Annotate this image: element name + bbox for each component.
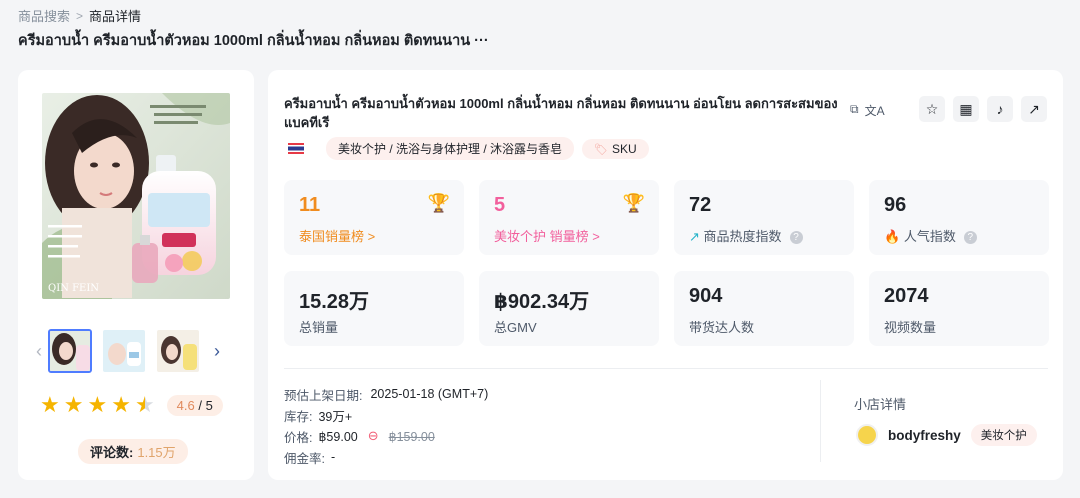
- tag-icon: 🏷: [594, 143, 608, 156]
- fire-icon: 🔥: [884, 229, 901, 244]
- product-tags: 美妆个护 / 洗浴与身体护理 / 沐浴露与香皂 🏷 SKU: [288, 137, 649, 160]
- help-icon[interactable]: ?: [963, 231, 977, 244]
- sku-tag[interactable]: 🏷 SKU: [582, 138, 649, 159]
- thumbnail-strip: ‹ ›: [32, 328, 242, 374]
- price-row: 价格: ฿59.00 ⊖ ฿159.00: [284, 428, 435, 445]
- title-tools: ⧉ 文A: [850, 102, 885, 119]
- translate-icon[interactable]: 文A: [865, 102, 885, 119]
- launch-date-row: 预估上架日期: 2025-01-18 (GMT+7): [284, 387, 489, 403]
- rating-stars: ★ ★ ★ ★ ★ 4.6 / 5: [40, 394, 223, 416]
- star-half-icon: ★: [134, 392, 155, 417]
- divider: [284, 368, 1048, 369]
- breadcrumb-parent[interactable]: 商品搜索: [18, 6, 70, 25]
- chevron-right-icon[interactable]: ›: [210, 341, 224, 362]
- product-main-image[interactable]: QIN FEIN: [42, 93, 230, 299]
- price-history-icon[interactable]: ⊖: [368, 428, 379, 444]
- shop-logo-icon: [856, 424, 878, 446]
- stat-videos: 2074 视频数量: [869, 271, 1049, 346]
- rating-score: 4.6 / 5: [166, 394, 223, 416]
- star-icon: ★: [63, 392, 84, 417]
- stat-total-gmv: ฿902.34万 总GMV: [479, 271, 659, 346]
- product-info: 预估上架日期: 2025-01-18 (GMT+7) 库存: 39万+ 价格: …: [284, 384, 488, 468]
- star-icon: ★: [87, 392, 108, 417]
- review-count: 评论数: 1.15万: [78, 439, 188, 464]
- stat-heat-index: 72 ↗ 商品热度指数?: [674, 180, 854, 255]
- action-toolbar: ☆ ▦ ♪ ↗: [919, 96, 1047, 122]
- chevron-left-icon[interactable]: ‹: [32, 341, 46, 362]
- thumbnail-2[interactable]: [102, 329, 146, 373]
- copy-icon[interactable]: ⧉: [850, 102, 859, 119]
- shop-info[interactable]: bodyfreshy 美妆个护: [856, 424, 1037, 446]
- category-tag[interactable]: 美妆个护 / 洗浴与身体护理 / 沐浴露与香皂: [326, 137, 575, 160]
- brand-watermark: QIN FEIN: [48, 283, 99, 294]
- thumbnail-1[interactable]: [48, 329, 92, 373]
- stat-country-rank[interactable]: 11 泰国销量榜 > 🏆: [284, 180, 464, 255]
- shop-category-tag: 美妆个护: [970, 424, 1037, 446]
- stock-row: 库存: 39万+: [284, 409, 353, 424]
- shop-name[interactable]: bodyfreshy: [888, 428, 961, 443]
- stat-total-sales: 15.28万 总销量: [284, 271, 464, 346]
- favorite-star-icon[interactable]: ☆: [919, 96, 945, 122]
- product-media-card: QIN FEIN ‹ › ★ ★ ★ ★ ★ 4.6 / 5 评论数: 1.15万: [18, 70, 254, 480]
- stat-popularity-index: 96 🔥 人气指数?: [869, 180, 1049, 255]
- breadcrumb-current: 商品详情: [89, 9, 142, 24]
- breadcrumb: 商品搜索 > 商品详情: [18, 6, 141, 25]
- star-icon: ★: [40, 392, 60, 417]
- breadcrumb-separator: >: [76, 8, 84, 23]
- tiktok-icon[interactable]: ♪: [987, 96, 1013, 122]
- thumbnail-3[interactable]: [156, 329, 200, 373]
- trophy-icon: 🏆: [427, 193, 450, 213]
- trophy-icon: 🏆: [622, 193, 645, 213]
- stat-creators: 904 带货达人数: [674, 271, 854, 346]
- commission-row: 佣金率: -: [284, 450, 336, 466]
- page-title: ครีมอาบน้ำ ครีมอาบน้ำตัวหอม 1000ml กลิ่น…: [18, 33, 489, 49]
- product-detail-card: ครีมอาบน้ำ ครีมอาบน้ำตัวหอม 1000ml กลิ่น…: [268, 70, 1063, 480]
- trend-icon: ↗: [689, 229, 700, 244]
- divider: [820, 380, 821, 462]
- help-icon[interactable]: ?: [789, 231, 803, 244]
- external-link-icon[interactable]: ↗: [1021, 96, 1047, 122]
- star-icon: ★: [111, 392, 131, 417]
- qrcode-icon[interactable]: ▦: [953, 96, 979, 122]
- thailand-flag-icon: [288, 143, 304, 154]
- shop-section-title: 小店详情: [854, 397, 907, 412]
- product-title: ครีมอาบน้ำ ครีมอาบน้ำตัวหอม 1000ml กลิ่น…: [284, 96, 838, 130]
- stat-category-rank[interactable]: 5 美妆个护 销量榜 > 🏆: [479, 180, 659, 255]
